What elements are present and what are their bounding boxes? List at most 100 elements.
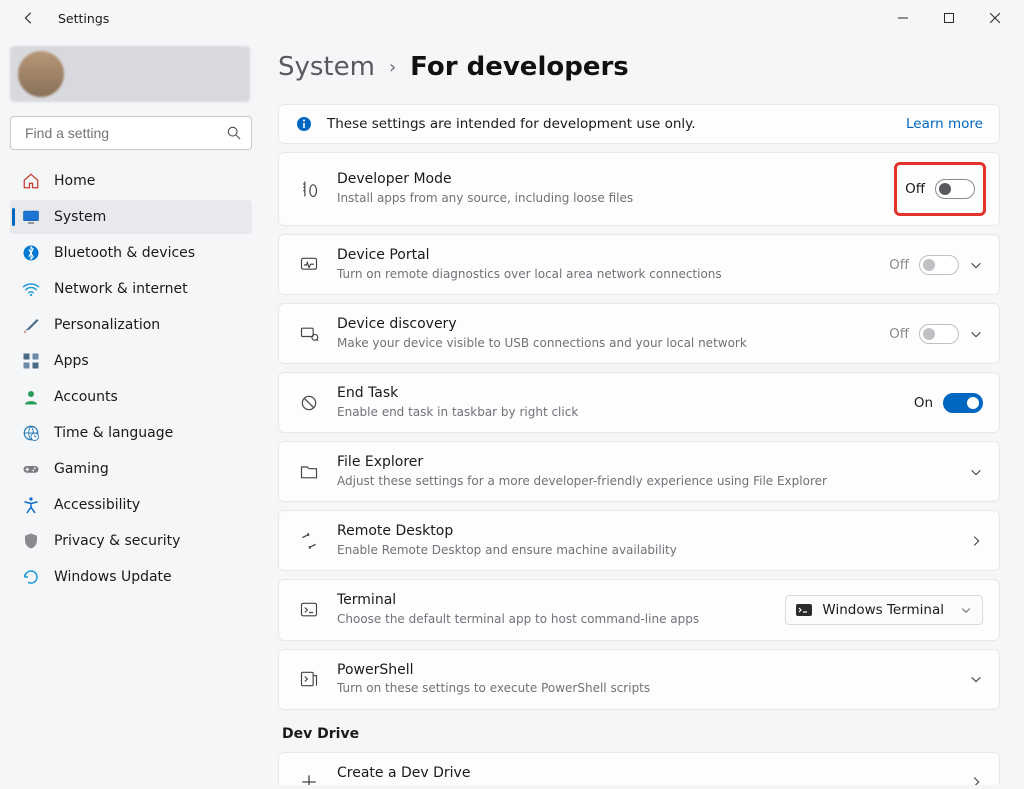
chevron-right-icon[interactable] [969,775,983,785]
device-discovery-toggle[interactable] [919,324,959,344]
device-portal-toggle[interactable] [919,255,959,275]
sidebar: Home System Bluetooth & devices Network … [0,36,262,789]
search-box[interactable] [10,116,252,150]
nav-label: Accessibility [54,497,140,513]
row-create-dev-drive[interactable]: Create a Dev Drive Optimized performance… [278,752,1000,785]
chevron-right-icon[interactable] [969,534,983,548]
highlight-box: Off [894,162,986,216]
wifi-icon [22,280,40,298]
window-title: Settings [58,11,109,26]
info-icon [295,115,313,133]
terminal-icon [297,598,321,622]
chevron-down-icon[interactable] [969,672,983,686]
developer-mode-toggle[interactable] [935,179,975,199]
row-desc: Install apps from any source, including … [337,191,881,207]
row-desc: Choose the default terminal app to host … [337,612,769,628]
nav-bluetooth[interactable]: Bluetooth & devices [10,236,252,270]
row-desc: Turn on these settings to execute PowerS… [337,681,953,697]
bluetooth-icon [22,244,40,262]
nav-label: Accounts [54,389,118,405]
nav-label: Bluetooth & devices [54,245,195,261]
brush-icon [22,316,40,334]
page-title: For developers [410,52,629,82]
row-developer-mode[interactable]: Developer Mode Install apps from any sou… [278,152,1000,226]
apps-icon [22,352,40,370]
globe-icon [22,424,40,442]
nav-label: Time & language [54,425,173,441]
nav-label: Personalization [54,317,160,333]
powershell-icon [297,667,321,691]
row-title: Device Portal [337,247,873,265]
nav-update[interactable]: Windows Update [10,560,252,594]
row-title: File Explorer [337,454,953,472]
row-title: Terminal [337,592,769,610]
nav-label: Home [54,173,95,189]
learn-more-link[interactable]: Learn more [628,784,696,785]
row-device-discovery[interactable]: Device discovery Make your device visibl… [278,303,1000,364]
nav-list: Home System Bluetooth & devices Network … [10,164,252,594]
banner-learn-more[interactable]: Learn more [906,116,983,132]
nav-personalization[interactable]: Personalization [10,308,252,342]
update-icon [22,568,40,586]
toggle-state: On [914,395,933,411]
row-powershell[interactable]: PowerShell Turn on these settings to exe… [278,649,1000,710]
nav-accounts[interactable]: Accounts [10,380,252,414]
minimize-button[interactable] [880,2,926,34]
person-icon [22,388,40,406]
maximize-button[interactable] [926,2,972,34]
terminal-app-icon [796,602,812,618]
accessibility-icon [22,496,40,514]
row-file-explorer[interactable]: File Explorer Adjust these settings for … [278,441,1000,502]
row-desc: Make your device visible to USB connecti… [337,336,873,352]
info-banner: These settings are intended for developm… [278,104,1000,144]
nav-accessibility[interactable]: Accessibility [10,488,252,522]
nav-label: Privacy & security [54,533,180,549]
row-terminal[interactable]: Terminal Choose the default terminal app… [278,579,1000,640]
discovery-icon [297,322,321,346]
toggle-state: Off [905,181,925,197]
nav-network[interactable]: Network & internet [10,272,252,306]
plus-icon [297,770,321,785]
chevron-down-icon [960,604,972,616]
breadcrumb: System › For developers [278,52,1004,82]
nav-label: Windows Update [54,569,172,585]
chevron-down-icon[interactable] [969,258,983,272]
folder-icon [297,460,321,484]
system-icon [22,208,40,226]
row-desc: Enable end task in taskbar by right clic… [337,405,898,421]
search-input[interactable] [23,124,227,142]
title-bar: Settings [0,0,1024,36]
row-desc: Enable Remote Desktop and ensure machine… [337,543,953,559]
row-device-portal[interactable]: Device Portal Turn on remote diagnostics… [278,234,1000,295]
row-title: Remote Desktop [337,523,953,541]
nav-apps[interactable]: Apps [10,344,252,378]
nav-system[interactable]: System [10,200,252,234]
monitor-pulse-icon [297,253,321,277]
terminal-combo[interactable]: Windows Terminal [785,595,983,625]
prohibit-icon [297,391,321,415]
nav-label: Gaming [54,461,109,477]
gamepad-icon [22,460,40,478]
toggle-state: Off [889,326,909,342]
chevron-down-icon[interactable] [969,465,983,479]
home-icon [22,172,40,190]
breadcrumb-parent[interactable]: System [278,52,375,82]
search-icon [227,126,241,140]
row-desc: Turn on remote diagnostics over local ar… [337,267,873,283]
chevron-down-icon[interactable] [969,327,983,341]
end-task-toggle[interactable] [943,393,983,413]
nav-home[interactable]: Home [10,164,252,198]
combo-value: Windows Terminal [822,602,944,618]
nav-privacy[interactable]: Privacy & security [10,524,252,558]
chevron-right-icon: › [389,57,396,78]
row-end-task[interactable]: End Task Enable end task in taskbar by r… [278,372,1000,433]
row-remote-desktop[interactable]: Remote Desktop Enable Remote Desktop and… [278,510,1000,571]
toggle-state: Off [889,257,909,273]
back-button[interactable] [16,5,42,31]
nav-time[interactable]: Time & language [10,416,252,450]
row-desc: Optimized performance for developer scen… [337,784,953,785]
profile-card[interactable] [10,46,250,102]
close-button[interactable] [972,2,1018,34]
developer-icon [297,177,321,201]
nav-gaming[interactable]: Gaming [10,452,252,486]
